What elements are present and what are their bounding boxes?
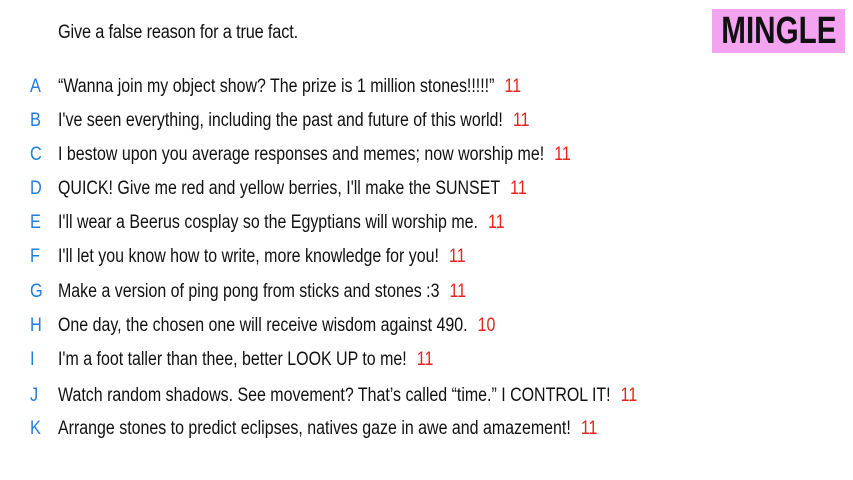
answer-letter: D bbox=[30, 178, 42, 199]
answer-text: Make a version of ping pong from sticks … bbox=[58, 281, 440, 302]
answer-line: I've seen everything, including the past… bbox=[58, 109, 530, 133]
answer-letter: A bbox=[30, 76, 41, 97]
answer-text: I'll wear a Beerus cosplay so the Egypti… bbox=[58, 212, 478, 233]
answer-line: I'll wear a Beerus cosplay so the Egypti… bbox=[58, 211, 505, 235]
answer-letter: J bbox=[30, 385, 39, 406]
answer-line: Make a version of ping pong from sticks … bbox=[58, 280, 466, 304]
answer-text: Arrange stones to predict eclipses, nati… bbox=[58, 418, 571, 439]
answer-letter: I bbox=[30, 349, 35, 370]
answer-text: I've seen everything, including the past… bbox=[58, 110, 503, 131]
answer-line: QUICK! Give me red and yellow berries, I… bbox=[58, 177, 527, 201]
answer-letter: C bbox=[30, 144, 42, 165]
answer-line: I'll let you know how to write, more kno… bbox=[58, 245, 466, 269]
answer-score: 11 bbox=[449, 246, 466, 267]
answer-line: “Wanna join my object show? The prize is… bbox=[58, 75, 521, 99]
answer-score: 11 bbox=[512, 110, 530, 131]
answer-score: 11 bbox=[620, 385, 638, 406]
answer-line: One day, the chosen one will receive wis… bbox=[58, 314, 495, 338]
answer-text: Watch random shadows. See movement? That… bbox=[58, 385, 611, 406]
answer-text: I'm a foot taller than thee, better LOOK… bbox=[58, 349, 407, 370]
answer-text: I bestow upon you average responses and … bbox=[58, 144, 545, 165]
answer-line: I'm a foot taller than thee, better LOOK… bbox=[58, 348, 433, 372]
answer-text: “Wanna join my object show? The prize is… bbox=[58, 76, 495, 97]
answer-letter: K bbox=[30, 418, 41, 439]
answer-letter: G bbox=[30, 281, 43, 302]
answer-score: 11 bbox=[580, 418, 598, 439]
answer-text: One day, the chosen one will receive wis… bbox=[58, 315, 468, 336]
answer-score: 11 bbox=[510, 178, 527, 199]
mingle-logo: MINGLE bbox=[712, 9, 845, 53]
prompt-text: Give a false reason for a true fact. bbox=[58, 22, 298, 43]
answer-text: QUICK! Give me red and yellow berries, I… bbox=[58, 178, 501, 199]
answer-letter: F bbox=[30, 246, 40, 267]
answer-letter: E bbox=[30, 212, 41, 233]
answer-letter: H bbox=[30, 315, 42, 336]
answer-score: 11 bbox=[504, 76, 522, 97]
answer-line: Arrange stones to predict eclipses, nati… bbox=[58, 417, 597, 441]
answer-letter: B bbox=[30, 110, 41, 131]
answer-score: 10 bbox=[477, 315, 496, 336]
answer-line: I bestow upon you average responses and … bbox=[58, 143, 571, 167]
answer-score: 11 bbox=[449, 281, 467, 302]
answer-score: 11 bbox=[554, 144, 571, 165]
answer-score: 11 bbox=[416, 349, 434, 370]
logo-text: MINGLE bbox=[720, 9, 837, 52]
answer-text: I'll let you know how to write, more kno… bbox=[58, 246, 439, 267]
answer-score: 11 bbox=[488, 212, 505, 233]
answer-line: Watch random shadows. See movement? That… bbox=[58, 384, 637, 408]
